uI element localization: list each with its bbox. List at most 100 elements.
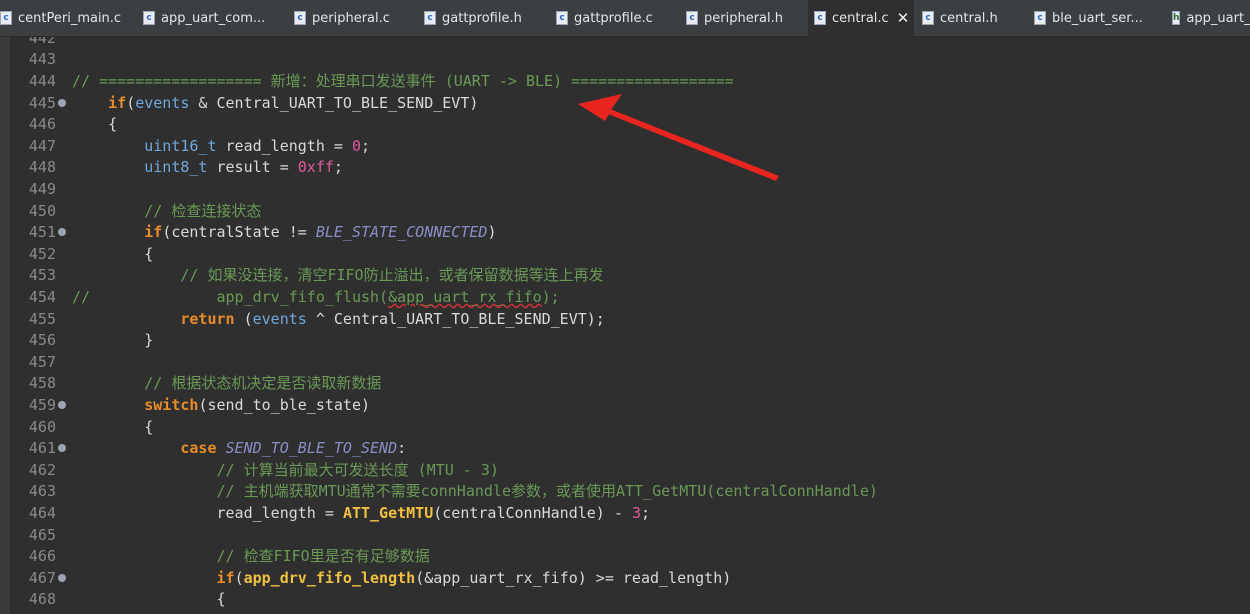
code-line[interactable]: 442: [0, 37, 1250, 49]
code-token: 0: [351, 136, 361, 155]
code-line[interactable]: 463 // 主机端获取MTU通常不需要connHandle参数，或者使用ATT…: [0, 481, 1250, 503]
fold-marker-icon[interactable]: [58, 98, 66, 107]
code-line[interactable]: 468 {: [0, 589, 1250, 611]
code-line[interactable]: 459 switch(send_to_ble_state): [0, 395, 1250, 417]
code-token: switch: [144, 395, 199, 414]
code-token: if: [108, 93, 127, 112]
tab-label: central.c: [832, 10, 889, 26]
tab-gattprofile-h[interactable]: c gattprofile.h: [424, 0, 549, 36]
line-number: 461: [28, 439, 56, 458]
code-token: &app_uart_rx_fifo: [388, 287, 542, 306]
code-text: {: [72, 114, 117, 136]
code-token: }: [72, 331, 154, 350]
code-line[interactable]: 465: [0, 525, 1250, 547]
line-number: 442: [28, 37, 56, 47]
code-line[interactable]: 460 {: [0, 417, 1250, 439]
code-line[interactable]: 448 uint8_t result = 0xff;: [0, 157, 1250, 179]
code-line[interactable]: 457: [0, 352, 1250, 374]
fold-marker-icon[interactable]: [58, 444, 66, 453]
code-line[interactable]: 447 uint16_t read_length = 0;: [0, 136, 1250, 158]
line-number: 456: [28, 331, 56, 350]
code-text: {: [72, 417, 153, 439]
code-line[interactable]: 467 if(app_drv_fifo_length(&app_uart_rx_…: [0, 568, 1250, 590]
code-line[interactable]: 449: [0, 179, 1250, 201]
code-token: uint8_t: [144, 158, 208, 177]
tab-app-uart-h[interactable]: h app_uart_c: [1172, 0, 1250, 36]
fold-marker-icon[interactable]: [58, 400, 66, 409]
code-editor[interactable]: 442 443 444 // ================== 新增：处理串口发送…: [0, 37, 1250, 614]
tab-ble-uart-ser[interactable]: c ble_uart_ser...: [1034, 0, 1164, 36]
code-text: if(centralState != BLE_STATE_CONNECTED): [72, 222, 496, 244]
code-token: SEND_TO_BLE_TO_SEND: [225, 439, 398, 458]
c-file-icon: c: [294, 11, 306, 25]
code-text: // app_drv_fifo_flush(&app_uart_rx_fifo)…: [72, 287, 560, 309]
code-token: ;: [361, 136, 371, 155]
code-line[interactable]: 445 if(events & Central_UART_TO_BLE_SEND…: [0, 93, 1250, 115]
code-line[interactable]: 455 return (events ^ Central_UART_TO_BLE…: [0, 309, 1250, 331]
code-line[interactable]: 450 // 检查连接状态: [0, 201, 1250, 223]
line-number: 449: [28, 179, 56, 198]
tab-label: gattprofile.h: [442, 10, 522, 26]
code-text: {: [72, 244, 153, 266]
code-token: uint16_t: [144, 136, 217, 155]
c-file-icon: c: [922, 11, 934, 25]
tab-centperi-main-c[interactable]: c centPeri_main.c: [0, 0, 135, 36]
code-line[interactable]: 456 }: [0, 330, 1250, 352]
code-token: {: [72, 417, 154, 436]
fold-marker-icon[interactable]: [58, 228, 66, 237]
code-token: & Central_UART_TO_BLE_SEND_EVT): [189, 93, 479, 112]
code-token: 3: [631, 503, 641, 522]
code-line[interactable]: 451 if(centralState != BLE_STATE_CONNECT…: [0, 222, 1250, 244]
tab-central-c[interactable]: c central.c ✕: [808, 0, 914, 36]
code-token: // ================== 新增：处理串口发送事件 (UART …: [72, 71, 734, 90]
tab-peripheral-h[interactable]: c peripheral.h: [686, 0, 801, 36]
c-file-icon: c: [0, 11, 12, 25]
code-token: :: [397, 439, 407, 458]
line-number: 457: [28, 352, 56, 371]
close-icon[interactable]: ✕: [897, 9, 910, 27]
code-line[interactable]: 446 {: [0, 114, 1250, 136]
line-number: 446: [28, 115, 56, 134]
code-text: if(events & Central_UART_TO_BLE_SEND_EVT…: [72, 93, 478, 115]
line-number: 452: [28, 244, 56, 263]
code-line[interactable]: 453 // 如果没连接，清空FIFO防止溢出，或者保留数据等连上再发: [0, 265, 1250, 287]
fold-marker-icon[interactable]: [58, 573, 66, 582]
code-line[interactable]: 443: [0, 49, 1250, 71]
tab-label: gattprofile.c: [574, 10, 653, 26]
code-token: read_length =: [216, 136, 352, 155]
tab-app-uart-com[interactable]: c app_uart_com...: [143, 0, 288, 36]
code-token: // 根据状态机决定是否读取新数据: [144, 374, 382, 393]
code-text: {: [72, 589, 225, 611]
code-token: ^ Central_UART_TO_BLE_SEND_EVT);: [306, 309, 605, 328]
code-line[interactable]: 444 // ================== 新增：处理串口发送事件 (UA…: [0, 71, 1250, 93]
code-line[interactable]: 458 // 根据状态机决定是否读取新数据: [0, 373, 1250, 395]
c-file-icon: c: [424, 11, 436, 25]
code-token: read_length =: [72, 503, 343, 522]
code-token: ;: [640, 503, 650, 522]
code-line[interactable]: 454 // app_drv_fifo_flush(&app_uart_rx_fi…: [0, 287, 1250, 309]
code-line[interactable]: 464 read_length = ATT_GetMTU(centralConn…: [0, 503, 1250, 525]
tab-gattprofile-c[interactable]: c gattprofile.c: [556, 0, 681, 36]
h-file-icon: h: [1172, 11, 1181, 25]
tab-label: peripheral.h: [704, 10, 783, 26]
code-line[interactable]: 462 // 计算当前最大可发送长度 (MTU - 3): [0, 460, 1250, 482]
code-token: (centralConnHandle) -: [433, 503, 632, 522]
c-file-icon: c: [1034, 11, 1046, 25]
code-line[interactable]: 452 {: [0, 244, 1250, 266]
code-token: (send_to_ble_state): [198, 395, 371, 414]
code-line[interactable]: 461 case SEND_TO_BLE_TO_SEND:: [0, 438, 1250, 460]
line-number: 468: [28, 590, 56, 609]
tab-label: peripheral.c: [312, 10, 390, 26]
code-token: (: [126, 93, 136, 112]
tab-central-h[interactable]: c central.h: [922, 0, 1022, 36]
code-line[interactable]: 466 // 检查FIFO里是否有足够数据: [0, 546, 1250, 568]
code-token: );: [541, 287, 560, 306]
tab-peripheral-c[interactable]: c peripheral.c: [294, 0, 419, 36]
